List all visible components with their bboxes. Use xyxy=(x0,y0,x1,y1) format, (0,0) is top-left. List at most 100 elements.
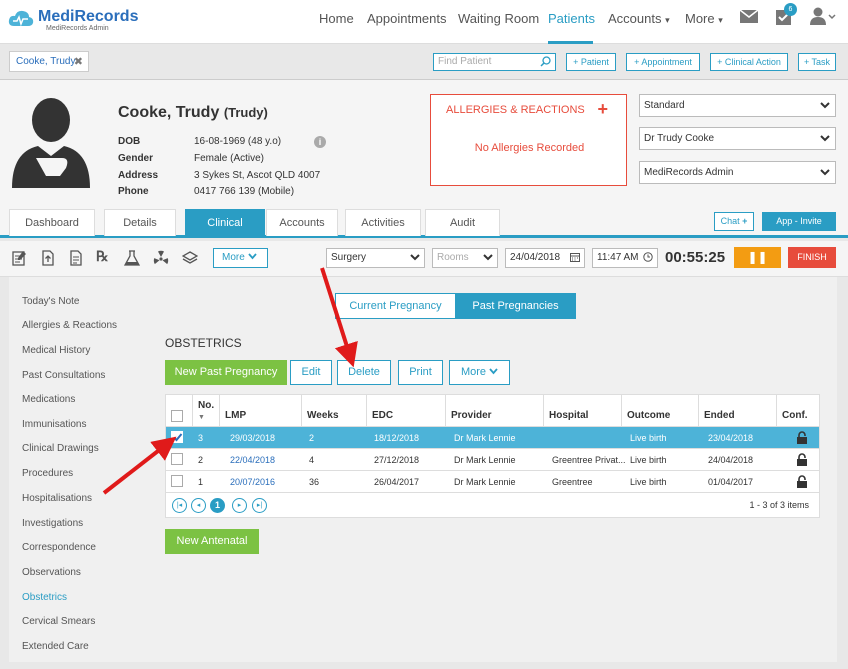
row-checkbox[interactable] xyxy=(171,475,183,487)
sidebar-item-observations[interactable]: Observations xyxy=(22,567,81,578)
edit-button[interactable]: Edit xyxy=(290,360,332,385)
date-picker[interactable]: 24/04/2018 xyxy=(505,248,585,268)
chevron-down-icon: ▾ xyxy=(718,15,723,25)
last-page-button[interactable]: ▸| xyxy=(252,498,267,513)
new-antenatal-button[interactable]: New Antenatal xyxy=(165,529,259,554)
sidebar-item-procedures[interactable]: Procedures xyxy=(22,468,73,479)
add-allergy-button[interactable]: + xyxy=(597,99,608,120)
print-button[interactable]: Print xyxy=(398,360,443,385)
calendar-icon[interactable] xyxy=(570,252,580,262)
toolbar-more-button[interactable]: More xyxy=(213,248,268,268)
nav-patients[interactable]: Patients xyxy=(548,11,595,26)
delete-button[interactable]: Delete xyxy=(337,360,391,385)
find-patient-input[interactable]: Find Patient xyxy=(433,53,556,71)
tab-past-pregnancies[interactable]: Past Pregnancies xyxy=(455,293,576,319)
tab-dashboard[interactable]: Dashboard xyxy=(9,209,95,236)
close-icon[interactable]: ✖ xyxy=(74,55,83,68)
dob-label: DOB xyxy=(118,136,141,147)
nav-waiting-room[interactable]: Waiting Room xyxy=(458,11,539,26)
header-hospital[interactable]: Hospital xyxy=(544,395,622,426)
tab-details[interactable]: Details xyxy=(104,209,176,236)
document-icon[interactable] xyxy=(68,250,84,266)
phone-label: Phone xyxy=(118,186,149,197)
nav-accounts[interactable]: Accounts ▾ xyxy=(608,11,670,26)
table-pager: |◂ ◂ 1 ▸ ▸| 1 - 3 of 3 items xyxy=(166,492,819,517)
prev-page-button[interactable]: ◂ xyxy=(191,498,206,513)
table-row[interactable]: 3 29/03/2018 2 18/12/2018 Dr Mark Lennie… xyxy=(166,426,819,448)
clock-icon[interactable] xyxy=(643,252,653,262)
sidebar-item-medical-history[interactable]: Medical History xyxy=(22,345,90,356)
search-icon[interactable] xyxy=(540,56,551,67)
page-1-button[interactable]: 1 xyxy=(210,498,225,513)
sidebar-item-investigations[interactable]: Investigations xyxy=(22,518,83,529)
nav-more[interactable]: More ▾ xyxy=(685,11,723,26)
sidebar-item-medications[interactable]: Medications xyxy=(22,394,75,405)
header-weeks[interactable]: Weeks xyxy=(302,395,367,426)
sidebar-item-hospitalisations[interactable]: Hospitalisations xyxy=(22,493,92,504)
open-patient-tab[interactable]: Cooke, Trudy ✖ xyxy=(9,51,89,72)
sidebar-item-allergies[interactable]: Allergies & Reactions xyxy=(22,320,117,331)
mail-icon[interactable] xyxy=(740,10,758,23)
sidebar-item-extended-care[interactable]: Extended Care xyxy=(22,641,89,652)
chat-button[interactable]: Chat + xyxy=(714,212,754,231)
header-edc[interactable]: EDC xyxy=(367,395,446,426)
row-checkbox-checked[interactable] xyxy=(171,431,183,443)
chevron-down-icon xyxy=(820,135,830,142)
prescription-icon[interactable]: ℞ xyxy=(96,249,112,265)
info-icon[interactable]: i xyxy=(314,136,326,148)
radiology-icon[interactable] xyxy=(153,250,169,266)
sidebar-item-obstetrics[interactable]: Obstetrics xyxy=(22,592,67,603)
user-menu-icon[interactable] xyxy=(810,7,836,25)
first-page-button[interactable]: |◂ xyxy=(172,498,187,513)
lock-icon[interactable] xyxy=(796,475,808,488)
pathology-flask-icon[interactable] xyxy=(124,250,140,266)
new-past-pregnancy-button[interactable]: New Past Pregnancy xyxy=(165,360,287,385)
header-provider[interactable]: Provider xyxy=(446,395,544,426)
sidebar-item-immunisations[interactable]: Immunisations xyxy=(22,419,86,430)
tab-activities[interactable]: Activities xyxy=(345,209,421,236)
table-row[interactable]: 1 20/07/2016 36 26/04/2017 Dr Mark Lenni… xyxy=(166,470,819,492)
app-invite-button[interactable]: App - Invite xyxy=(762,212,836,231)
lock-icon[interactable] xyxy=(796,453,808,466)
add-clinical-action-button[interactable]: + Clinical Action xyxy=(710,53,788,71)
tab-accounts[interactable]: Accounts xyxy=(266,209,338,236)
header-lmp[interactable]: LMP xyxy=(220,395,302,426)
sidebar-item-clinical-drawings[interactable]: Clinical Drawings xyxy=(22,443,99,454)
pause-button[interactable]: ❚❚ xyxy=(734,247,781,268)
sidebar-item-todays-note[interactable]: Today's Note xyxy=(22,296,80,307)
select-all-checkbox[interactable] xyxy=(171,410,183,422)
row-checkbox[interactable] xyxy=(171,453,183,465)
finish-button[interactable]: FINISH xyxy=(788,247,836,268)
practitioner-select[interactable]: Dr Trudy Cooke xyxy=(639,127,836,150)
header-conf[interactable]: Conf. xyxy=(777,395,819,426)
actions-more-button[interactable]: More xyxy=(449,360,510,385)
tab-current-pregnancy[interactable]: Current Pregnancy xyxy=(335,293,456,319)
sidebar-item-past-consultations[interactable]: Past Consultations xyxy=(22,370,105,381)
header-outcome[interactable]: Outcome xyxy=(622,395,699,426)
add-appointment-button[interactable]: + Appointment xyxy=(626,53,700,71)
next-page-button[interactable]: ▸ xyxy=(232,498,247,513)
rooms-select[interactable]: Rooms xyxy=(432,248,498,268)
practice-select[interactable]: MediRecords Admin xyxy=(639,161,836,184)
add-patient-button[interactable]: + Patient xyxy=(566,53,616,71)
time-picker[interactable]: 11:47 AM xyxy=(592,248,658,268)
notes-icon[interactable] xyxy=(11,250,27,266)
lock-icon[interactable] xyxy=(796,431,808,444)
sidebar-item-cervical-smears[interactable]: Cervical Smears xyxy=(22,616,95,627)
table-row[interactable]: 2 22/04/2018 4 27/12/2018 Dr Mark Lennie… xyxy=(166,448,819,470)
nav-home[interactable]: Home xyxy=(319,11,354,26)
header-no[interactable]: No. ▼ xyxy=(193,395,220,426)
tab-clinical[interactable]: Clinical xyxy=(185,209,265,236)
medirecords-logo[interactable]: MediRecords MediRecords Admin xyxy=(8,6,148,36)
billing-type-select[interactable]: Standard xyxy=(639,94,836,117)
allergies-panel: ALLERGIES & REACTIONS + No Allergies Rec… xyxy=(430,94,627,186)
location-select[interactable]: Surgery xyxy=(326,248,425,268)
nav-appointments[interactable]: Appointments xyxy=(367,11,447,26)
tab-audit[interactable]: Audit xyxy=(425,209,500,236)
header-ended[interactable]: Ended xyxy=(699,395,777,426)
header-no-label: No. xyxy=(198,400,215,411)
add-task-button[interactable]: + Task xyxy=(798,53,836,71)
sidebar-item-correspondence[interactable]: Correspondence xyxy=(22,542,96,553)
layers-icon[interactable] xyxy=(182,250,198,266)
document-upload-icon[interactable] xyxy=(40,250,56,266)
